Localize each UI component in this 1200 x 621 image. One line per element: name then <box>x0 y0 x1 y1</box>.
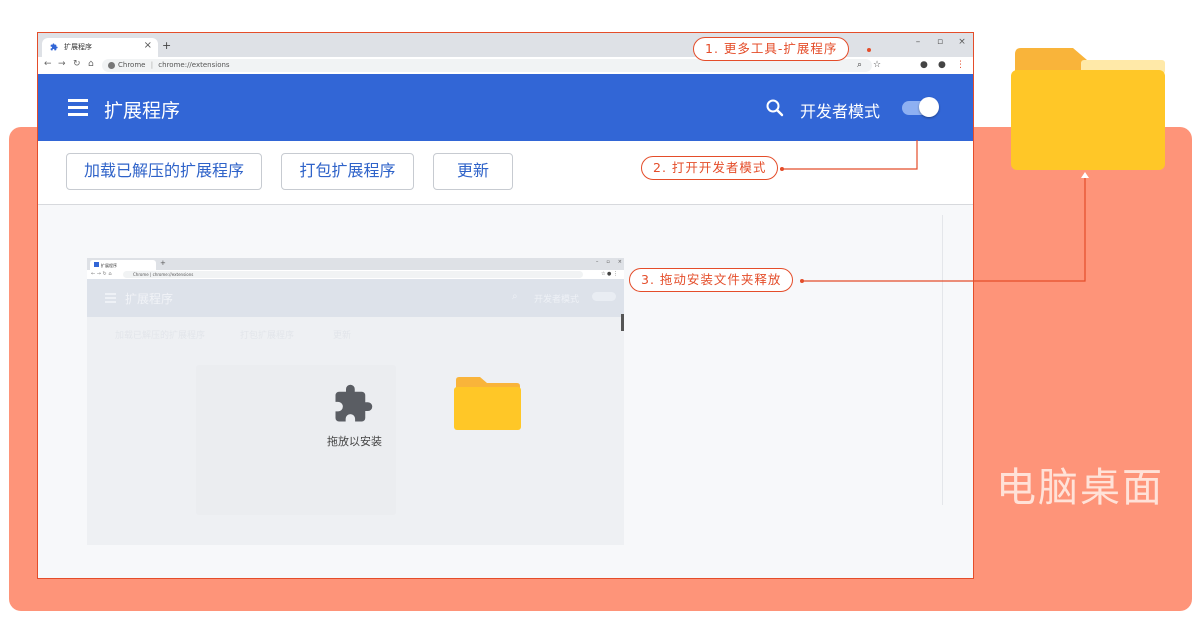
step-2-connector-dot <box>780 167 784 171</box>
step-3-arrowhead <box>1081 172 1089 178</box>
step-3-connector-dot <box>800 279 804 283</box>
step-2-connector <box>780 140 918 170</box>
step-3-connector <box>803 176 1086 282</box>
step-1-connector-dot <box>867 48 871 52</box>
annotation-connectors <box>780 48 1089 283</box>
